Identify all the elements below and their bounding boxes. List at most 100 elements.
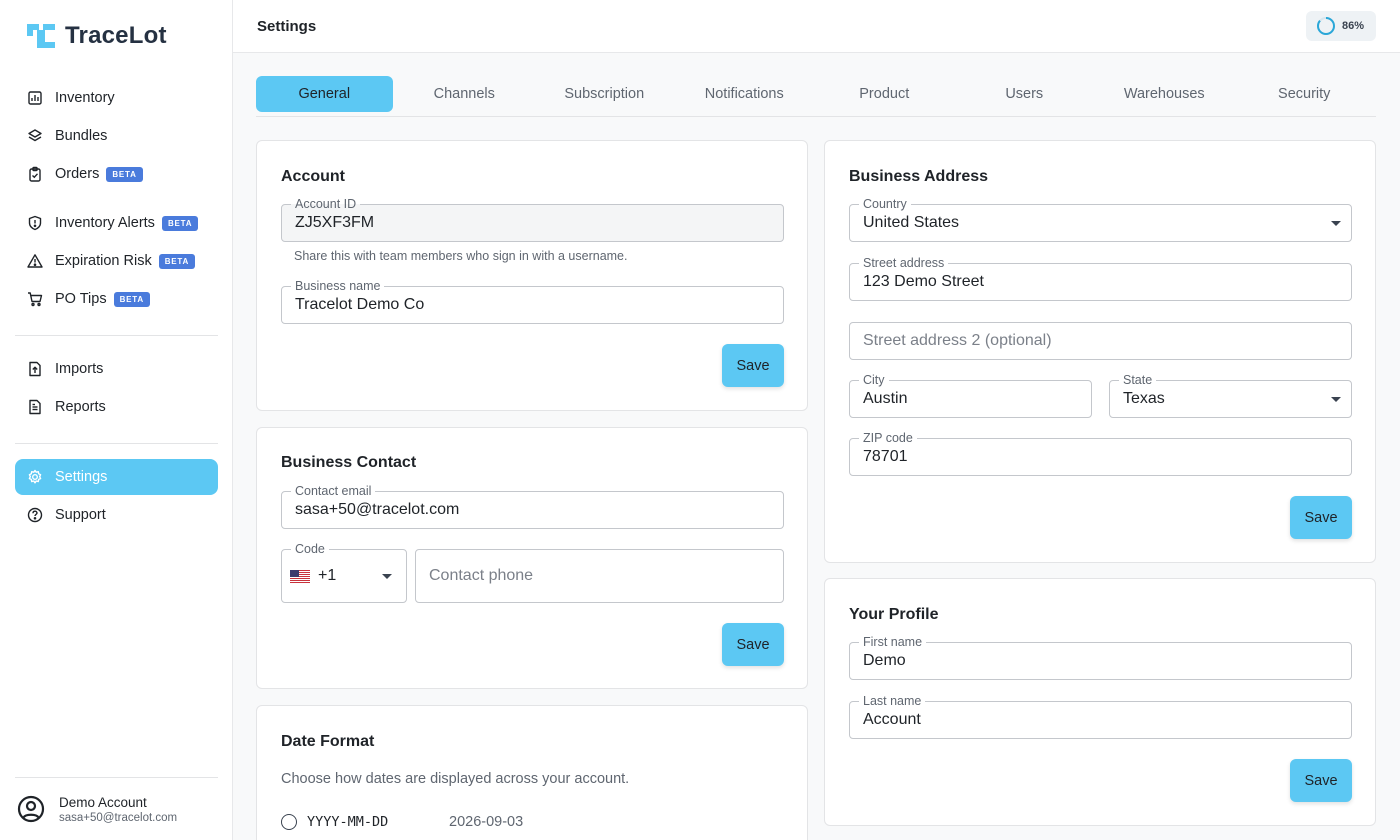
sidebar-item-support[interactable]: Support (15, 497, 218, 533)
layers-icon (27, 128, 43, 144)
street-address-2-field[interactable]: Street address 2 (optional) (849, 322, 1352, 360)
user-avatar-icon (17, 795, 45, 823)
field-value: Tracelot Demo Co (295, 296, 425, 313)
tab-product[interactable]: Product (816, 76, 953, 112)
sidebar-item-imports[interactable]: Imports (15, 351, 218, 387)
account-id-field[interactable]: Account ID ZJ5XF3FM (281, 197, 784, 242)
sidebar-item-reports[interactable]: Reports (15, 389, 218, 425)
field-placeholder: Contact phone (429, 567, 534, 584)
field-value: ZJ5XF3FM (295, 214, 375, 231)
country-select[interactable]: Country United States (849, 197, 1352, 242)
nav-group-insights: Inventory Alerts BETA Expiration Risk BE… (15, 205, 218, 317)
business-name-field[interactable]: Business name Tracelot Demo Co (281, 279, 784, 324)
chevron-down-icon (382, 574, 392, 579)
help-circle-icon (27, 507, 43, 523)
progress-label: 86% (1342, 20, 1365, 32)
country-code-select[interactable]: Code +1 (281, 542, 407, 603)
sidebar-item-label: Settings (55, 469, 108, 485)
sidebar-item-inventory-alerts[interactable]: Inventory Alerts BETA (15, 205, 218, 241)
top-header: Settings 86% (233, 0, 1400, 53)
tab-notifications[interactable]: Notifications (676, 76, 813, 112)
sidebar-item-bundles[interactable]: Bundles (15, 118, 218, 154)
tab-warehouses[interactable]: Warehouses (1096, 76, 1233, 112)
sidebar-item-settings[interactable]: Settings (15, 459, 218, 495)
user-name: Demo Account (59, 794, 147, 810)
card-title: Date Format (281, 733, 375, 750)
tab-subscription[interactable]: Subscription (536, 76, 673, 112)
sidebar-item-expiration-risk[interactable]: Expiration Risk BETA (15, 243, 218, 279)
nav-group-main: Inventory Bundles Orders BETA (15, 80, 218, 192)
nav-group-data: Imports Reports (15, 351, 218, 425)
radio-button[interactable] (281, 814, 297, 830)
field-value: United States (863, 214, 960, 231)
app-name: TraceLot (65, 22, 167, 49)
account-id-helper: Share this with team members who sign in… (294, 249, 628, 263)
user-account-menu[interactable]: Demo Account sasa+50@tracelot.com (15, 777, 218, 840)
inventory-icon (27, 90, 43, 106)
save-account-button[interactable]: Save (722, 344, 784, 387)
sidebar-item-po-tips[interactable]: PO Tips BETA (15, 281, 218, 317)
setup-progress-chip[interactable]: 86% (1306, 11, 1376, 41)
save-profile-button[interactable]: Save (1290, 759, 1352, 802)
sidebar-divider (15, 335, 218, 336)
field-value: sasa+50@tracelot.com (295, 501, 460, 518)
first-name-field[interactable]: First name Demo (849, 635, 1352, 680)
business-contact-card: Business Contact Contact email sasa+50@t… (256, 427, 808, 689)
gear-icon (27, 469, 43, 485)
sidebar-item-label: Reports (55, 399, 106, 415)
state-select[interactable]: State Texas (1109, 373, 1352, 418)
sidebar-item-inventory[interactable]: Inventory (15, 80, 218, 116)
sidebar-item-label: Expiration Risk (55, 253, 152, 269)
sidebar-item-label: Inventory Alerts (55, 215, 155, 231)
cart-icon (27, 291, 43, 307)
tab-general[interactable]: General (256, 76, 393, 112)
page-title: Settings (257, 18, 317, 35)
save-contact-button[interactable]: Save (722, 623, 784, 666)
tracelot-logo-icon (27, 24, 55, 48)
card-title: Business Address (849, 168, 989, 185)
tab-users[interactable]: Users (956, 76, 1093, 112)
sidebar-item-label: Imports (55, 361, 104, 377)
field-value: Demo (863, 652, 906, 669)
last-name-field[interactable]: Last name Account (849, 694, 1352, 739)
date-format-example: 2026-09-03 (449, 814, 524, 830)
contact-email-field[interactable]: Contact email sasa+50@tracelot.com (281, 484, 784, 529)
report-icon (27, 399, 43, 415)
field-value: Austin (863, 390, 908, 407)
user-email: sasa+50@tracelot.com (59, 811, 178, 824)
date-format-card: Date Format Choose how dates are display… (256, 705, 808, 840)
tab-channels[interactable]: Channels (396, 76, 533, 112)
shield-alert-icon (27, 215, 43, 231)
your-profile-card: Your Profile First name Demo Last name A… (824, 578, 1376, 826)
street-address-field[interactable]: Street address 123 Demo Street (849, 256, 1352, 301)
save-address-button[interactable]: Save (1290, 496, 1352, 539)
card-title: Account (281, 168, 345, 185)
sidebar-item-orders[interactable]: Orders BETA (15, 156, 218, 192)
sidebar-item-label: Support (55, 507, 106, 523)
sidebar: TraceLot Inventory Bundles Orders BETA I… (0, 0, 233, 840)
contact-phone-field[interactable]: Contact phone (415, 549, 784, 603)
app-logo[interactable]: TraceLot (27, 22, 167, 50)
settings-tabs: General Channels Subscription Notificati… (256, 76, 1376, 117)
date-format-description: Choose how dates are displayed across yo… (281, 771, 630, 787)
beta-badge: BETA (106, 166, 143, 182)
nav-group-system: Settings Support (15, 459, 218, 533)
user-info: Demo Account sasa+50@tracelot.com (59, 795, 177, 824)
zip-code-field[interactable]: ZIP code 78701 (849, 431, 1352, 476)
card-title: Your Profile (849, 606, 939, 623)
card-title: Business Contact (281, 454, 417, 471)
field-value: +1 (318, 567, 337, 584)
beta-badge: BETA (161, 215, 199, 231)
sidebar-item-label: PO Tips (55, 291, 107, 307)
field-placeholder: Street address 2 (optional) (863, 332, 1052, 349)
tab-security[interactable]: Security (1236, 76, 1373, 112)
beta-badge: BETA (113, 291, 150, 307)
chevron-down-icon (1331, 397, 1341, 402)
sidebar-item-label: Orders (55, 166, 100, 182)
sidebar-divider (15, 443, 218, 444)
city-field[interactable]: City Austin (849, 373, 1092, 418)
us-flag-icon (290, 570, 310, 583)
sidebar-item-label: Bundles (55, 128, 108, 144)
field-value: Account (863, 711, 921, 728)
field-value: 78701 (863, 448, 908, 465)
